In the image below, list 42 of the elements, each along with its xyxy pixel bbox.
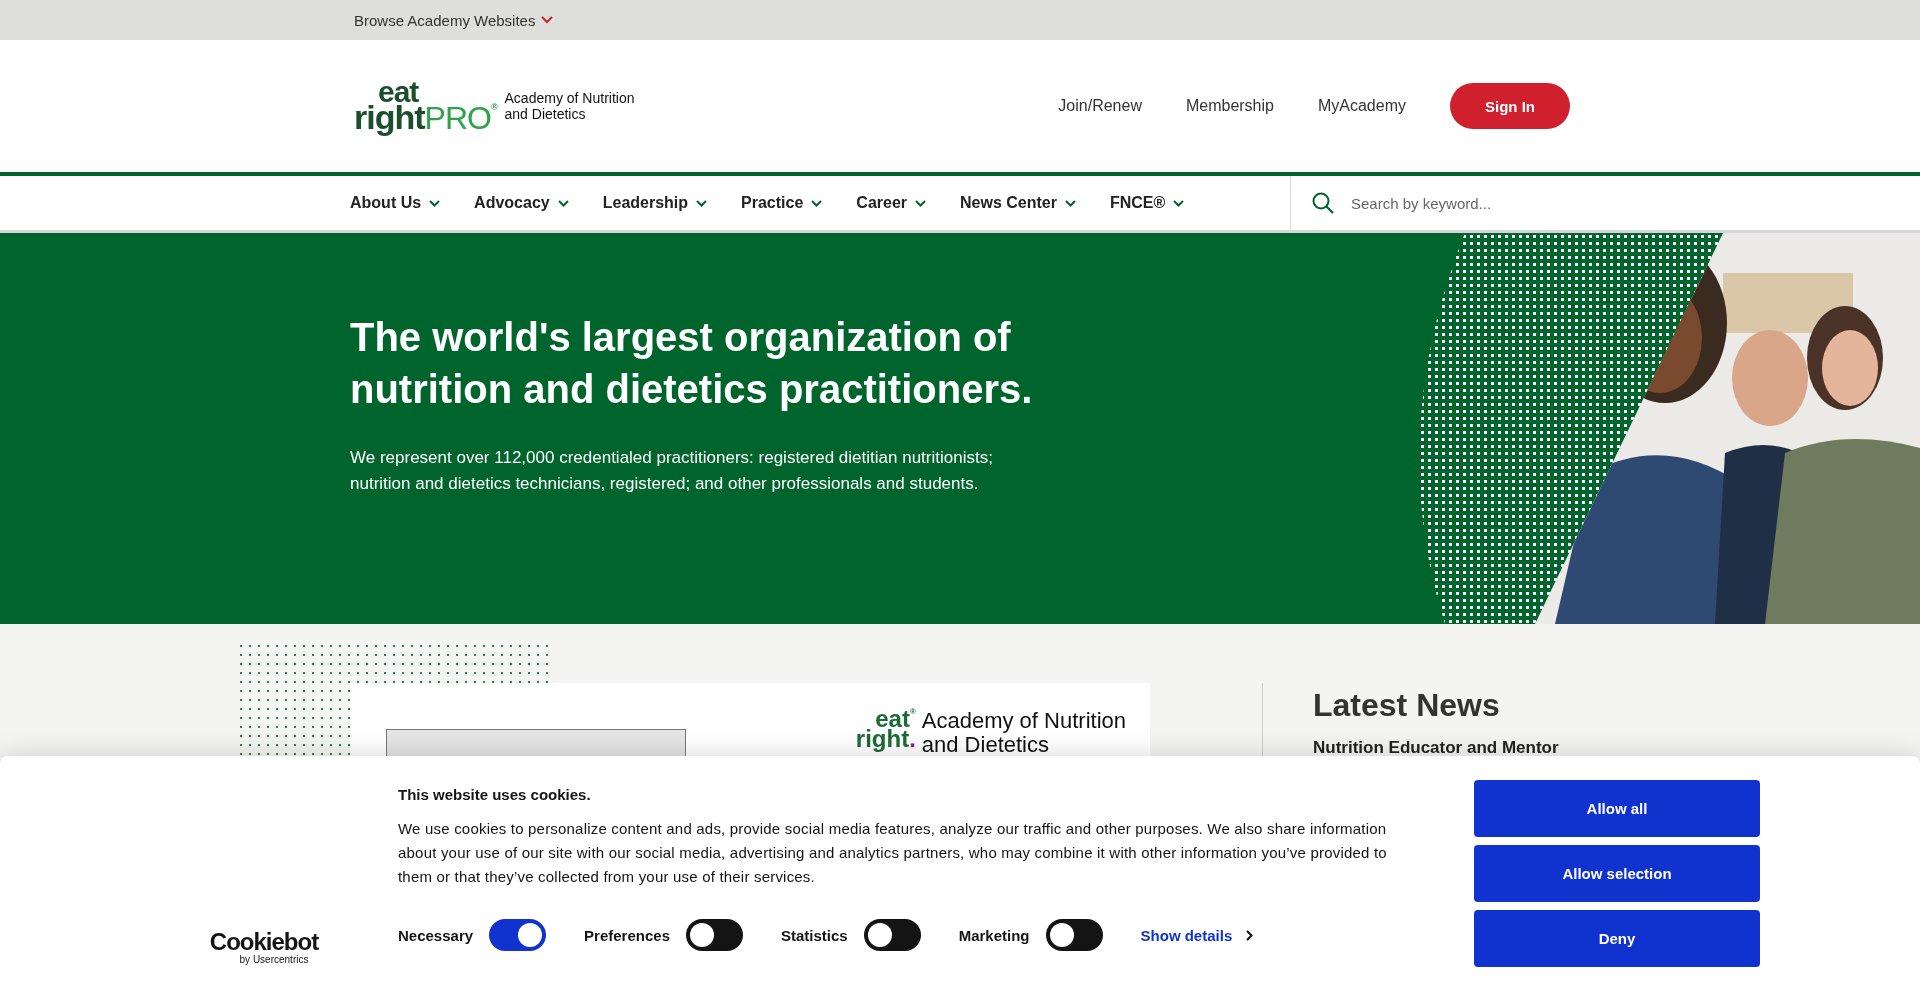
sign-in-button[interactable]: Sign In: [1450, 83, 1570, 129]
toggle-label: Marketing: [958, 926, 1030, 944]
header-link[interactable]: MyAcademy: [1317, 97, 1406, 115]
nav-menu-item[interactable]: Advocacy: [474, 194, 569, 212]
hero-description: We represent over 112,000 credentialed practitioners: registered dietitian nutritionists; nutrition and dietetics technicians, registered; and other professionals and students.: [350, 447, 994, 495]
browse-websites-link[interactable]: Browse Academy Websites: [354, 11, 554, 29]
chevron-icon: [915, 199, 927, 207]
toggle-label: Necessary: [398, 926, 474, 944]
news-link[interactable]: Nutrition Educator and Mentor: [1313, 738, 1559, 758]
toggle-switch[interactable]: [863, 919, 921, 951]
chevron-icon: [557, 199, 569, 207]
nav-menu-item[interactable]: News Center: [960, 194, 1076, 212]
cookiebot-logo: Cookiebot by Usercentrics: [208, 927, 320, 967]
toggle-label: Statistics: [781, 926, 848, 944]
nav-menu-item[interactable]: FNCE®: [1109, 194, 1185, 212]
header-link[interactable]: Join/Renew: [1058, 97, 1142, 115]
consent-button[interactable]: Deny: [1474, 910, 1760, 967]
chevron-icon: [696, 199, 708, 207]
news-heading: Latest News: [1313, 687, 1501, 724]
chevron-icon: [811, 199, 823, 207]
nav-menu-item[interactable]: About Us: [350, 194, 441, 212]
toggle-switch[interactable]: [1045, 919, 1103, 951]
nav-menu-item[interactable]: Leadership: [602, 194, 708, 212]
toggle-switch[interactable]: [686, 919, 743, 951]
chevron-icon: [1064, 199, 1076, 207]
cookie-text: We use cookies to personalize content and ads, provide social media features, analyze our traffic and other purposes. We also share information about your use of our site with our social media, advertising and analytics partners, who may combine it with other information you’ve provided to them or that they’ve collected from your use of their services.: [398, 819, 1388, 887]
hero-title: The world's largest organization of nutrition and dietetics practitioners.: [350, 314, 1034, 413]
show-details-link[interactable]: Show details: [1140, 926, 1254, 944]
cookie-title: This website uses cookies.: [398, 786, 592, 803]
search-icon: [1311, 191, 1335, 215]
chevron-right-icon: [1246, 929, 1254, 941]
search-field[interactable]: Search by keyword...: [1349, 193, 1653, 213]
consent-button[interactable]: Allow selection: [1474, 845, 1760, 902]
toggle-switch[interactable]: [489, 919, 547, 951]
nav-menu-item[interactable]: Practice: [741, 194, 823, 212]
nav-menu-item[interactable]: Career: [856, 194, 927, 212]
caret-icon: [541, 16, 554, 24]
consent-button[interactable]: Allow all: [1474, 780, 1760, 837]
chevron-icon: [1173, 199, 1185, 207]
header-link[interactable]: Membership: [1185, 97, 1274, 115]
chevron-icon: [429, 199, 441, 207]
toggle-label: Preferences: [584, 926, 670, 944]
